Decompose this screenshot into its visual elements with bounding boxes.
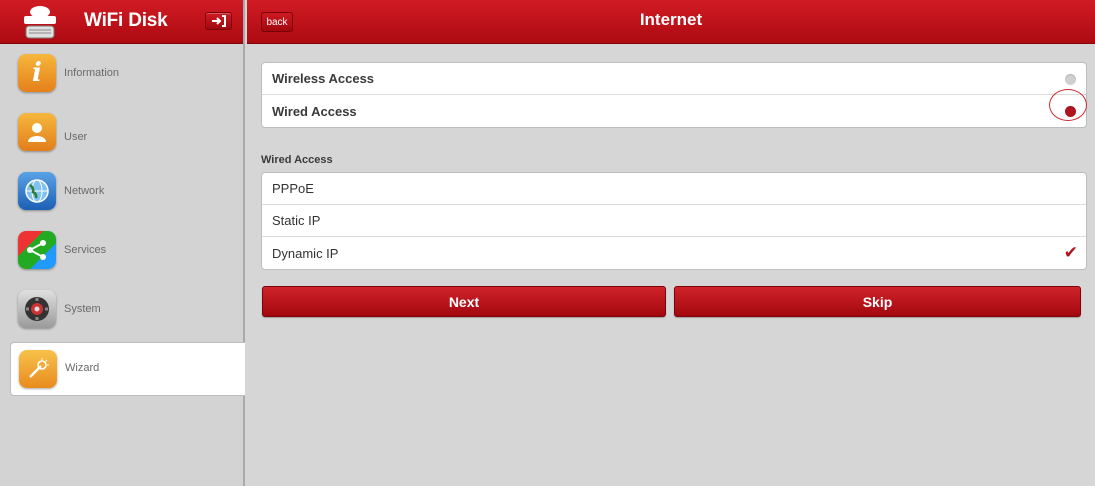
next-button[interactable]: Next	[262, 286, 666, 317]
option-label: Static IP	[272, 213, 321, 228]
sidebar-item-label: Network	[64, 185, 105, 197]
option-dynamic-ip[interactable]: Dynamic IP ✔	[262, 237, 1086, 269]
app-title: WiFi Disk	[84, 10, 168, 31]
sidebar-item-label: Services	[64, 244, 107, 256]
sidebar-item-label: System	[64, 303, 101, 315]
sidebar-header: WiFi Disk	[0, 0, 243, 44]
option-label: Dynamic IP	[272, 245, 339, 261]
sidebar-item-information[interactable]: i Information	[0, 44, 243, 103]
sidebar-item-user[interactable]: User	[0, 103, 243, 162]
sidebar-item-label: Information	[64, 67, 120, 79]
globe-icon	[18, 172, 56, 210]
main-panel: back Internet Wireless Access Wired Acce…	[247, 0, 1095, 486]
share-icon	[18, 231, 56, 269]
wifi-disk-logo-icon	[20, 4, 60, 42]
info-icon: i	[18, 54, 56, 92]
radio-button-unselected[interactable]	[1065, 74, 1076, 85]
wand-icon	[19, 350, 57, 388]
access-type-list: Wireless Access Wired Access	[261, 62, 1087, 128]
top-bar: back Internet	[247, 0, 1095, 44]
sidebar-item-network[interactable]: Network	[0, 162, 243, 221]
user-icon	[18, 113, 56, 151]
option-label: Wireless Access	[272, 71, 375, 86]
sidebar-item-label: User	[64, 131, 88, 143]
sidebar-menu: i Information User Network Services Syst…	[0, 44, 245, 396]
skip-button[interactable]: Skip	[674, 286, 1081, 317]
option-wireless-access[interactable]: Wireless Access	[262, 63, 1086, 95]
checkmark-icon: ✔	[1063, 243, 1078, 262]
gear-icon	[18, 290, 56, 328]
logout-button[interactable]	[205, 12, 232, 30]
wired-method-list: PPPoE Static IP Dynamic IP ✔	[261, 172, 1087, 270]
sidebar-item-label: Wizard	[65, 362, 100, 374]
section-title: Wired Access	[261, 154, 333, 166]
sidebar-item-system[interactable]: System	[0, 280, 243, 339]
option-wired-access[interactable]: Wired Access	[262, 89, 1087, 127]
sidebar: WiFi Disk i Information User Network Ser…	[0, 0, 245, 486]
sidebar-item-wizard[interactable]: Wizard	[10, 342, 245, 396]
logout-icon	[211, 15, 226, 27]
option-label: Wired Access	[272, 103, 357, 119]
option-label: PPPoE	[272, 181, 314, 196]
sidebar-item-services[interactable]: Services	[0, 221, 243, 280]
option-pppoe[interactable]: PPPoE	[262, 173, 1086, 205]
option-static-ip[interactable]: Static IP	[262, 205, 1086, 237]
page-title: Internet	[639, 10, 703, 29]
radio-button-selected[interactable]	[1065, 106, 1076, 117]
